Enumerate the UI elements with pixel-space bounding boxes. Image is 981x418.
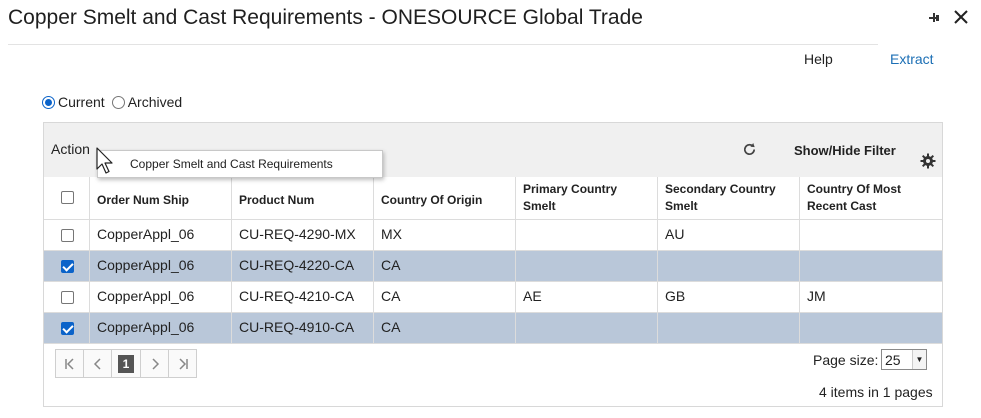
row-select-cell bbox=[44, 251, 90, 281]
country-of-origin-cell: MX bbox=[374, 220, 516, 250]
order-num-ship-cell: CopperAppl_06 bbox=[90, 282, 232, 312]
select-all-header bbox=[44, 177, 90, 220]
row-checkbox[interactable] bbox=[61, 291, 74, 304]
column-header-product-num[interactable]: Product Num bbox=[232, 177, 374, 220]
archived-radio[interactable] bbox=[111, 95, 125, 109]
column-header-order-num-ship[interactable]: Order Num Ship bbox=[90, 177, 232, 220]
next-page-button[interactable] bbox=[140, 349, 169, 378]
close-icon[interactable] bbox=[952, 8, 970, 26]
product-num-cell: CU-REQ-4220-CA bbox=[232, 251, 374, 281]
mouse-cursor-icon bbox=[96, 147, 113, 174]
primary-country-smelt-cell bbox=[516, 251, 658, 281]
country-most-recent-cast-cell bbox=[800, 251, 942, 281]
column-header-primary-country-smelt[interactable]: Primary Country Smelt bbox=[516, 177, 658, 220]
country-of-origin-cell: CA bbox=[374, 282, 516, 312]
previous-page-button[interactable] bbox=[83, 349, 112, 378]
secondary-country-smelt-cell bbox=[658, 313, 800, 343]
secondary-country-smelt-cell: AU bbox=[658, 220, 800, 250]
archived-radio-label[interactable]: Archived bbox=[128, 94, 182, 110]
row-select-cell bbox=[44, 313, 90, 343]
current-radio-label[interactable]: Current bbox=[58, 94, 105, 110]
chevron-down-icon: ▼ bbox=[912, 350, 926, 369]
refresh-icon[interactable] bbox=[742, 142, 757, 157]
page-size-value: 25 bbox=[885, 352, 901, 368]
order-num-ship-cell: CopperAppl_06 bbox=[90, 220, 232, 250]
current-page-number: 1 bbox=[118, 354, 134, 373]
product-num-cell: CU-REQ-4290-MX bbox=[232, 220, 374, 250]
row-select-cell bbox=[44, 220, 90, 250]
chevron-right-icon bbox=[151, 357, 159, 370]
column-header-country-of-origin[interactable]: Country Of Origin bbox=[374, 177, 516, 220]
record-status-filter: Current Archived bbox=[42, 94, 186, 110]
show-hide-filter-button[interactable]: Show/Hide Filter bbox=[794, 143, 896, 158]
pin-icon[interactable] bbox=[926, 10, 942, 26]
primary-country-smelt-cell: AE bbox=[516, 282, 658, 312]
page-size-label: Page size: bbox=[813, 352, 879, 368]
last-page-icon bbox=[178, 357, 188, 370]
row-checkbox[interactable] bbox=[61, 260, 74, 273]
action-menu[interactable]: Action bbox=[51, 141, 90, 157]
column-header-secondary-country-smelt[interactable]: Secondary Country Smelt bbox=[658, 177, 800, 220]
last-page-button[interactable] bbox=[168, 349, 197, 378]
secondary-country-smelt-cell: GB bbox=[658, 282, 800, 312]
page-size-select[interactable]: 25 ▼ bbox=[881, 349, 927, 370]
country-most-recent-cast-cell bbox=[800, 313, 942, 343]
title-divider bbox=[8, 44, 878, 45]
table-row[interactable]: CopperAppl_06 CU-REQ-4910-CA CA bbox=[44, 313, 942, 344]
country-most-recent-cast-cell: JM bbox=[807, 288, 826, 304]
primary-country-smelt-cell bbox=[516, 220, 658, 250]
extract-link[interactable]: Extract bbox=[890, 51, 934, 67]
country-of-origin-cell: CA bbox=[374, 251, 516, 281]
country-of-origin-cell: CA bbox=[374, 313, 516, 343]
action-menu-item[interactable]: Copper Smelt and Cast Requirements bbox=[97, 150, 383, 178]
product-num-cell: CU-REQ-4210-CA bbox=[232, 282, 374, 312]
current-page-indicator: 1 bbox=[111, 349, 141, 378]
chevron-left-icon bbox=[93, 357, 101, 370]
product-num-cell: CU-REQ-4910-CA bbox=[232, 313, 374, 343]
table-row[interactable]: CopperAppl_06 CU-REQ-4210-CA CA AE GB JM bbox=[44, 282, 942, 313]
pager: 1 bbox=[55, 349, 197, 378]
row-select-cell bbox=[44, 282, 90, 312]
country-most-recent-cast-cell bbox=[800, 220, 942, 250]
secondary-country-smelt-cell bbox=[658, 251, 800, 281]
gear-icon[interactable] bbox=[920, 153, 936, 169]
select-all-checkbox[interactable] bbox=[61, 191, 74, 204]
row-checkbox[interactable] bbox=[61, 322, 74, 335]
first-page-button[interactable] bbox=[55, 349, 84, 378]
table-row[interactable]: CopperAppl_06 CU-REQ-4290-MX MX AU bbox=[44, 220, 942, 251]
current-radio[interactable] bbox=[42, 95, 55, 109]
order-num-ship-cell: CopperAppl_06 bbox=[90, 251, 232, 281]
help-link[interactable]: Help bbox=[804, 51, 833, 67]
table-row[interactable]: CopperAppl_06 CU-REQ-4220-CA CA bbox=[44, 251, 942, 282]
order-num-ship-cell: CopperAppl_06 bbox=[90, 313, 232, 343]
window-title: Copper Smelt and Cast Requirements - ONE… bbox=[8, 6, 643, 29]
first-page-icon bbox=[64, 357, 74, 370]
primary-country-smelt-cell bbox=[516, 313, 658, 343]
column-header-country-most-recent-cast[interactable]: Country Of Most Recent Cast bbox=[800, 177, 942, 220]
row-checkbox[interactable] bbox=[61, 229, 74, 242]
items-count-info: 4 items in 1 pages bbox=[819, 384, 933, 400]
